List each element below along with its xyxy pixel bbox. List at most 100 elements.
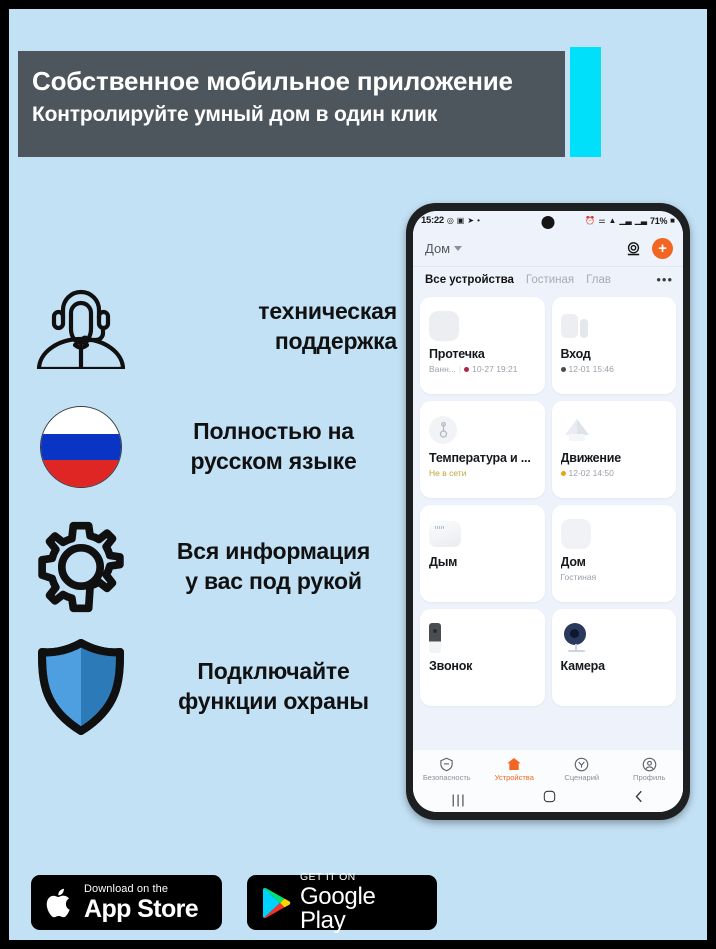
- tabs-overflow-icon[interactable]: •••: [656, 273, 673, 286]
- status-dot-icon: [464, 366, 470, 372]
- phone-mockup: 15:22 ◎ ▣ ➤ • ⏰ ⚌ ▲ ▁▃ ▁▃ 71% ■ Дом + Вс…: [406, 203, 690, 820]
- app-store-text: Download on the App Store: [84, 882, 199, 923]
- feature-item-info: Вся информация у вас под рукой: [22, 507, 407, 627]
- device-grid: Протечка Ванн... | 10-27 19:21 Вход 12-0…: [413, 292, 683, 750]
- device-name: Звонок: [429, 659, 473, 673]
- nav-item-scenario[interactable]: Сценарий: [548, 756, 616, 782]
- device-name: Вход: [560, 347, 591, 361]
- page-subtitle: Контролируйте умный дом в один клик: [32, 102, 438, 126]
- banner-box: Собственное мобильное приложение Контрол…: [18, 51, 565, 157]
- headset-support-icon: [22, 285, 140, 369]
- home-selector-label: Дом: [425, 240, 451, 256]
- device-meta: 12-02 14:50: [560, 468, 668, 478]
- nav-label: Устройства: [494, 773, 534, 782]
- leak-sensor-icon: [429, 305, 536, 347]
- gear-icon: [22, 519, 140, 615]
- device-meta: Не в сети: [429, 468, 536, 478]
- signal2-icon: ▁▃: [634, 215, 648, 225]
- device-card-camera[interactable]: Камера: [551, 609, 676, 706]
- home-selector[interactable]: Дом: [425, 240, 463, 256]
- device-time: 12-02 14:50: [568, 468, 614, 478]
- tab-living-room[interactable]: Гостиная: [526, 274, 574, 286]
- page-title: Собственное мобильное приложение: [32, 66, 513, 96]
- chevron-down-icon: [454, 245, 463, 251]
- russian-flag-icon: [22, 406, 140, 488]
- device-card-doorbell[interactable]: Звонок: [420, 609, 545, 706]
- google-play-text: GET IT ON Google Play: [300, 872, 423, 933]
- apple-icon: [46, 888, 70, 917]
- flag-stripe-blue: [41, 433, 121, 461]
- device-card-motion[interactable]: Движение 12-02 14:50: [551, 401, 676, 498]
- google-play-badge[interactable]: GET IT ON Google Play: [247, 872, 437, 933]
- signal-icon: ▁▃: [619, 215, 632, 225]
- feature-label-security: Подключайте функции охраны: [178, 658, 369, 714]
- screenshot-icon: ▣: [456, 215, 465, 225]
- nav-label: Сценарий: [564, 773, 600, 782]
- flag-stripe-white: [41, 407, 121, 434]
- device-meta: 12-01 15:46: [560, 364, 668, 374]
- scenario-icon: [574, 756, 590, 772]
- nav-item-profile[interactable]: Профиль: [616, 756, 684, 782]
- camera-icon[interactable]: [624, 239, 642, 257]
- door-sensor-icon: [560, 305, 668, 347]
- status-dot-icon: [560, 366, 566, 372]
- tab-main[interactable]: Глав: [586, 274, 611, 286]
- google-play-big-label: Google Play: [299, 882, 376, 934]
- feature-item-russian: Полностью на русском языке: [22, 387, 407, 507]
- feature-label-info: Вся информация у вас под рукой: [176, 538, 371, 594]
- device-name: Температура и ...: [429, 451, 531, 465]
- device-status: Не в сети: [429, 468, 467, 478]
- device-meta: Гостиная: [561, 572, 668, 582]
- flag-circle: [40, 406, 122, 488]
- app-store-badge[interactable]: Download on the App Store: [31, 875, 222, 930]
- battery-level: 71%: [650, 215, 668, 226]
- feature-item-support: техническая поддержка: [22, 267, 407, 387]
- feature-item-security: Подключайте функции охраны: [22, 627, 407, 747]
- back-chevron-icon[interactable]: [633, 790, 644, 808]
- device-card-temperature[interactable]: Температура и ... Не в сети: [420, 401, 545, 498]
- front-camera-notch: [541, 216, 555, 229]
- battery-icon: ■: [670, 215, 675, 225]
- device-meta: Ванн... | 10-27 19:21: [429, 364, 536, 374]
- device-card-entrance[interactable]: Вход 12-01 15:46: [551, 297, 676, 394]
- device-room: Ванн...: [429, 364, 456, 374]
- app-header: Дом +: [413, 230, 683, 266]
- nav-item-security[interactable]: Безопасность: [413, 756, 481, 782]
- header-banner: Собственное мобильное приложение Контрол…: [9, 47, 601, 161]
- device-card-hub[interactable]: Дом Гостиная: [551, 505, 676, 602]
- promo-poster: Собственное мобильное приложение Контрол…: [9, 9, 707, 940]
- tab-all-devices[interactable]: Все устройства: [425, 274, 514, 286]
- status-clock: 15:22: [421, 215, 444, 226]
- device-card-leak[interactable]: Протечка Ванн... | 10-27 19:21: [420, 297, 545, 394]
- nav-label: Безопасность: [422, 773, 471, 782]
- ring-icon: ◎: [446, 215, 454, 225]
- feature-label-support: техническая поддержка: [258, 298, 397, 354]
- feature-list: техническая поддержка Полностью на русск…: [22, 267, 407, 747]
- recents-button[interactable]: |||: [452, 792, 467, 807]
- bottom-navigation: Безопасность Устройства Сценарий Профиль: [413, 750, 683, 786]
- phone-screen: 15:22 ◎ ▣ ➤ • ⏰ ⚌ ▲ ▁▃ ▁▃ 71% ■ Дом + Вс…: [413, 211, 683, 812]
- feature-label-russian: Полностью на русском языке: [190, 418, 357, 474]
- nav-item-devices[interactable]: Устройства: [481, 756, 549, 782]
- device-tabs: Все устройства Гостиная Глав •••: [413, 266, 683, 292]
- telegram-icon: ➤: [467, 215, 475, 225]
- google-play-small-label: GET IT ON: [299, 871, 356, 884]
- app-store-big-label: App Store: [84, 894, 199, 923]
- banner-accent-bar: [570, 47, 601, 157]
- status-dot-icon: [560, 470, 566, 476]
- google-play-icon: [262, 887, 291, 918]
- smoke-sensor-icon: [429, 513, 536, 555]
- device-name: Дым: [429, 555, 458, 569]
- store-badges: Download on the App Store GET IT ON Goog…: [31, 872, 437, 933]
- device-card-smoke[interactable]: Дым: [420, 505, 545, 602]
- home-square-icon[interactable]: [543, 790, 556, 808]
- nav-label: Профиль: [633, 773, 666, 782]
- shield-icon: [22, 639, 140, 735]
- android-system-bar: |||: [413, 786, 683, 812]
- device-name: Движение: [560, 451, 622, 465]
- add-device-button[interactable]: +: [652, 237, 673, 259]
- shield-minus-icon: [439, 756, 455, 772]
- device-time: 12-01 15:46: [568, 364, 614, 374]
- doorbell-icon: [429, 617, 536, 659]
- app-store-small-label: Download on the: [84, 882, 169, 895]
